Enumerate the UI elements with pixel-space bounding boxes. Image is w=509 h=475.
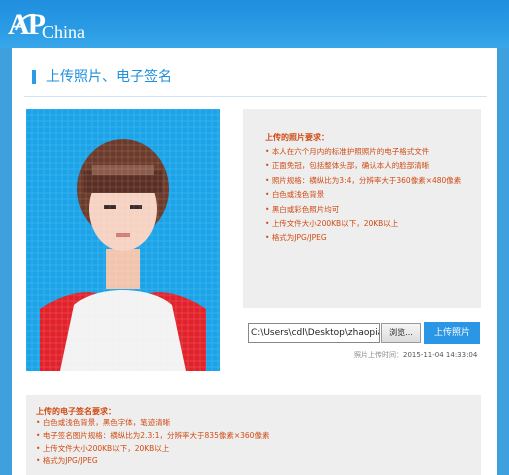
signature-requirements-list: 白色或浅色背景，黑色字体，笔迹清晰 电子签名图片规格：横纵比为2.3:1，分辨率…: [36, 417, 270, 468]
list-item: 正面免冠，包括整体头部，确认本人的脸部清晰: [265, 159, 471, 173]
upload-time-label: 照片上传时间：: [354, 351, 403, 359]
signature-requirements-panel: 上传的电子签名要求： 白色或浅色背景，黑色字体，笔迹清晰 电子签名图片规格：横纵…: [26, 395, 481, 475]
list-item: 上传文件大小200KB以下，20KB以上: [36, 443, 269, 456]
photo-file-input[interactable]: C:\Users\cdl\Desktop\zhaopian: [248, 323, 380, 343]
heading-accent-bar: [32, 70, 36, 84]
uploaded-photo-preview: [26, 109, 220, 371]
site-header: AP China: [0, 0, 509, 48]
list-item: 格式为JPG/JPEG: [36, 455, 269, 468]
list-item: 黑白或彩色照片均可: [265, 203, 471, 217]
person-portrait-icon: [26, 109, 220, 371]
signature-requirements-title: 上传的电子签名要求：: [36, 407, 116, 416]
photo-requirements-list: 本人在六个月内的标准护照照片的电子格式文件 正面免冠，包括整体头部，确认本人的脸…: [265, 145, 471, 246]
photo-requirements-title: 上传的照片要求：: [265, 133, 329, 142]
list-item: 格式为JPG/JPEG: [265, 231, 471, 245]
browse-button[interactable]: 浏览...: [381, 323, 421, 343]
list-item: 本人在六个月内的标准护照照片的电子格式文件: [265, 145, 471, 159]
upload-time-value: 2015-11-04 14:33:04: [403, 351, 478, 359]
page-title: 上传照片、电子签名: [46, 69, 172, 85]
upload-time: 照片上传时间：2015-11-04 14:33:04: [354, 350, 477, 360]
upload-photo-button[interactable]: 上传照片: [424, 322, 480, 344]
list-item: 白色或浅色背景，黑色字体，笔迹清晰: [36, 417, 269, 430]
main-panel: 上传照片、电子签名 上传的照片要求： • 本人在六个月内的标准护照照片的电子格式…: [12, 48, 497, 475]
list-item: 上传文件大小200KB以下，20KB以上: [265, 217, 471, 231]
logo-china-text: China: [42, 22, 85, 42]
logo-ap-text: AP: [8, 8, 46, 41]
list-item: 白色或浅色背景: [265, 188, 471, 202]
heading-divider: [24, 96, 487, 97]
list-item: 照片规格：横纵比为3:4，分辨率大于360像素×480像素: [265, 174, 471, 188]
photo-requirements-panel: 上传的照片要求： 本人在六个月内的标准护照照片的电子格式文件 正面免冠，包括整体…: [243, 109, 481, 308]
list-item: 电子签名图片规格：横纵比为2.3:1，分辨率大于835像素×360像素: [36, 430, 270, 443]
